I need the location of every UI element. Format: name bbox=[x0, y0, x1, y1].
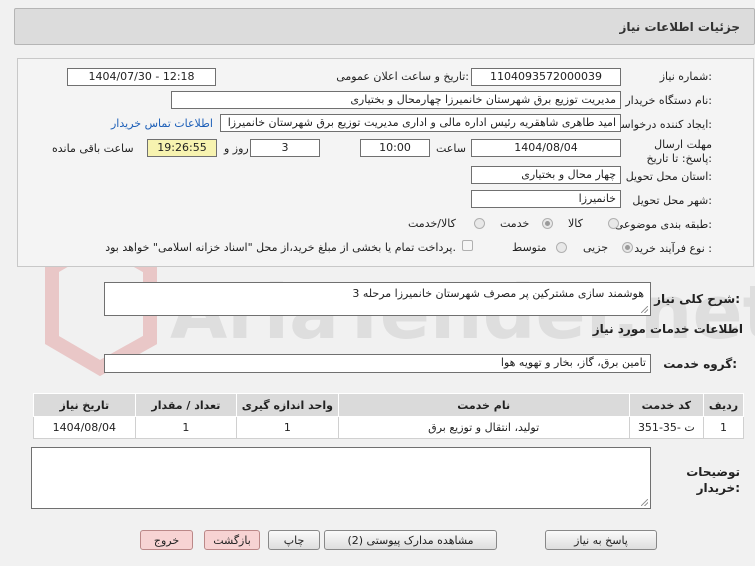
category-service-radio[interactable] bbox=[542, 218, 553, 229]
buyer-org-field: مدیریت توزیع برق شهرستان خانمیرزا چهارمح… bbox=[171, 91, 621, 109]
province-label: استان محل تحویل: bbox=[625, 170, 712, 183]
service-name: تولید، انتقال و توزیع برق bbox=[337, 416, 630, 439]
creator-label: ایجاد کننده درخواست: bbox=[610, 118, 712, 131]
need-date: 1404/08/04 bbox=[33, 416, 136, 439]
process-label: نوع فرآیند خرید : bbox=[634, 242, 712, 255]
need-number-field: 1104093572000039 bbox=[471, 68, 621, 86]
column-header: واحد اندازه گیری bbox=[236, 393, 339, 417]
need-number-label: شماره نیاز: bbox=[659, 70, 712, 83]
service-group-field: تامین برق، گاز، بخار و تهویه هوا bbox=[104, 354, 651, 373]
creator-field: امید طاهری شاهقریه رئیس اداره مالی و ادا… bbox=[220, 114, 621, 132]
attachments-button[interactable]: مشاهده مدارک پیوستی (2) bbox=[324, 530, 497, 550]
notes-box[interactable] bbox=[31, 447, 651, 509]
category-service-label: خدمت bbox=[500, 217, 530, 230]
remaining-time-field: 19:26:55 bbox=[147, 139, 217, 157]
deadline-time-field: 10:00 bbox=[360, 139, 430, 157]
announce-field: 1404/07/30 - 12:18 bbox=[67, 68, 216, 86]
category-label: طبقه بندی موضوعی: bbox=[614, 218, 712, 231]
column-header: ردیف bbox=[703, 393, 744, 417]
back-button[interactable]: بازگشت bbox=[204, 530, 260, 550]
resize-handle[interactable] bbox=[641, 499, 648, 506]
notes-label: توضیحات خریدار: bbox=[686, 465, 740, 495]
print-button[interactable]: چاپ bbox=[268, 530, 320, 550]
process-medium-radio[interactable] bbox=[556, 242, 567, 253]
unit: 1 bbox=[236, 416, 339, 439]
summary-text: هوشمند سازی مشترکین پر مصرف شهرستان خانم… bbox=[352, 287, 644, 300]
days-remaining-field: 3 bbox=[250, 139, 320, 157]
column-header: نام خدمت bbox=[337, 393, 630, 417]
reply-button[interactable]: پاسخ به نیاز bbox=[545, 530, 657, 550]
city-field: خانمیرزا bbox=[471, 190, 621, 208]
column-header: کد خدمت bbox=[628, 393, 705, 417]
category-goods-label: کالا bbox=[568, 217, 583, 230]
contact-info-link[interactable]: اطلاعات تماس خریدار bbox=[111, 117, 213, 130]
summary-label: شرح کلی نیاز: bbox=[654, 292, 740, 306]
process-minor-radio[interactable] bbox=[622, 242, 633, 253]
treasury-checkbox[interactable] bbox=[462, 240, 473, 251]
category-goods-radio[interactable] bbox=[608, 218, 619, 229]
service-code: ت -35-351 bbox=[628, 416, 705, 439]
payment-note: پرداخت تمام یا بخشی از مبلغ خرید،از محل … bbox=[105, 241, 456, 254]
service-group-label: گروه خدمت: bbox=[663, 357, 737, 371]
column-header: تاریخ نیاز bbox=[33, 393, 136, 417]
summary-box: هوشمند سازی مشترکین پر مصرف شهرستان خانم… bbox=[104, 282, 651, 316]
announce-label: تاریخ و ساعت اعلان عمومی: bbox=[336, 70, 469, 83]
row-index: 1 bbox=[703, 416, 744, 439]
process-minor-label: جزیی bbox=[583, 241, 609, 254]
services-section-title: اطلاعات خدمات مورد نیاز bbox=[592, 322, 743, 336]
table-row: 1 ت -35-351 تولید، انتقال و توزیع برق 1 … bbox=[33, 416, 744, 439]
category-both-label: کالا/خدمت bbox=[408, 217, 456, 230]
quantity: 1 bbox=[134, 416, 238, 439]
page-title: جزئیات اطلاعات نیاز bbox=[619, 20, 740, 34]
deadline-label: مهلت ارسال پاسخ: تا تاریخ: bbox=[646, 138, 712, 165]
column-header: تعداد / مقدار bbox=[134, 393, 238, 417]
panel-header: جزئیات اطلاعات نیاز bbox=[14, 8, 755, 45]
resize-handle[interactable] bbox=[641, 306, 648, 313]
buyer-org-label: نام دستگاه خریدار: bbox=[625, 94, 712, 107]
remaining-label: ساعت باقی مانده bbox=[52, 142, 134, 155]
services-table: ردیف کد خدمت نام خدمت واحد اندازه گیری ت… bbox=[33, 393, 744, 439]
process-medium-label: متوسط bbox=[512, 241, 547, 254]
deadline-time-label: ساعت bbox=[436, 142, 466, 155]
exit-button[interactable]: خروج bbox=[140, 530, 193, 550]
days-label: روز و bbox=[224, 142, 249, 155]
province-field: چهار محال و بختیاری bbox=[471, 166, 621, 184]
deadline-date-field: 1404/08/04 bbox=[471, 139, 621, 157]
table-header-row: ردیف کد خدمت نام خدمت واحد اندازه گیری ت… bbox=[33, 393, 744, 417]
city-label: شهر محل تحویل: bbox=[632, 194, 712, 207]
category-both-radio[interactable] bbox=[474, 218, 485, 229]
